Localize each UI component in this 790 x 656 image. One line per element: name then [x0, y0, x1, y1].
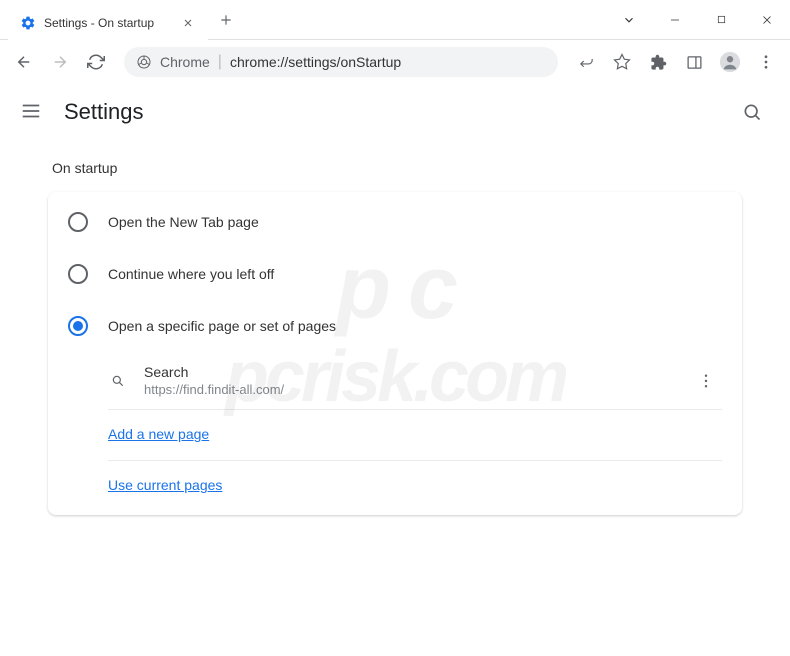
window-titlebar: Settings - On startup [0, 0, 790, 40]
gear-icon [20, 15, 36, 31]
browser-tab[interactable]: Settings - On startup [8, 6, 208, 40]
new-tab-button[interactable] [212, 6, 240, 34]
add-page-link[interactable]: Add a new page [108, 426, 209, 442]
reload-button[interactable] [80, 46, 112, 78]
close-icon[interactable] [180, 15, 196, 31]
section-title: On startup [52, 160, 742, 176]
search-icon [108, 371, 128, 391]
sidepanel-icon[interactable] [678, 46, 710, 78]
radio-icon [68, 316, 88, 336]
maximize-button[interactable] [698, 0, 744, 40]
radio-icon [68, 264, 88, 284]
radio-option-new-tab[interactable]: Open the New Tab page [48, 196, 742, 248]
menu-icon[interactable] [750, 46, 782, 78]
settings-card: Open the New Tab page Continue where you… [48, 192, 742, 515]
window-controls [606, 0, 790, 40]
settings-content: On startup Open the New Tab page Continu… [0, 140, 790, 535]
page-name: Search [144, 364, 674, 380]
profile-icon[interactable] [714, 46, 746, 78]
radio-option-continue[interactable]: Continue where you left off [48, 248, 742, 300]
page-url: https://find.findit-all.com/ [144, 382, 674, 397]
omnibox-prefix: Chrome [160, 54, 210, 70]
use-current-link[interactable]: Use current pages [108, 477, 222, 493]
share-icon[interactable] [570, 46, 602, 78]
back-button[interactable] [8, 46, 40, 78]
search-icon[interactable] [734, 94, 770, 130]
radio-option-specific-pages[interactable]: Open a specific page or set of pages [48, 300, 742, 352]
browser-toolbar: Chrome | chrome://settings/onStartup [0, 40, 790, 84]
page-title: Settings [64, 99, 144, 125]
settings-header: Settings [0, 84, 790, 140]
radio-icon [68, 212, 88, 232]
hamburger-icon[interactable] [20, 100, 44, 124]
add-page-row: Add a new page [108, 410, 722, 461]
more-icon[interactable] [690, 365, 722, 397]
chevron-down-icon[interactable] [606, 0, 652, 40]
radio-label: Open the New Tab page [108, 214, 259, 230]
forward-button[interactable] [44, 46, 76, 78]
address-bar[interactable]: Chrome | chrome://settings/onStartup [124, 47, 558, 77]
startup-page-item: Search https://find.findit-all.com/ [108, 352, 722, 410]
minimize-button[interactable] [652, 0, 698, 40]
tab-title: Settings - On startup [44, 16, 172, 30]
extensions-icon[interactable] [642, 46, 674, 78]
chrome-icon [136, 54, 152, 70]
radio-label: Open a specific page or set of pages [108, 318, 336, 334]
omnibox-url: chrome://settings/onStartup [230, 54, 401, 70]
omnibox-divider: | [218, 53, 222, 71]
close-window-button[interactable] [744, 0, 790, 40]
radio-label: Continue where you left off [108, 266, 274, 282]
bookmark-icon[interactable] [606, 46, 638, 78]
page-info: Search https://find.findit-all.com/ [144, 364, 674, 397]
use-current-row: Use current pages [108, 461, 722, 511]
startup-pages-list: Search https://find.findit-all.com/ Add … [48, 352, 742, 511]
